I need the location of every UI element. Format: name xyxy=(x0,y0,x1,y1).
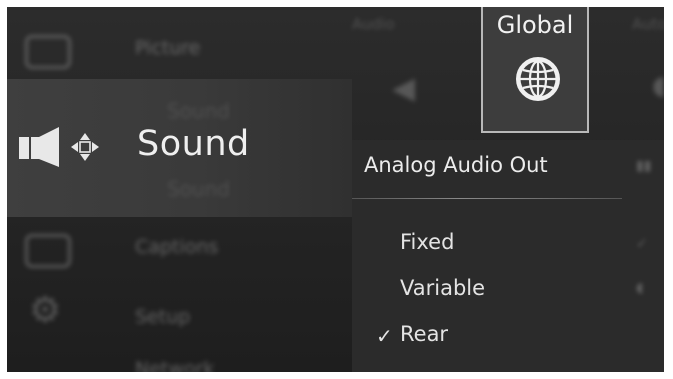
tv-settings-screen: Picture Sound Sound Sound Captions ⚙ Set… xyxy=(7,7,664,372)
menu-item-captions[interactable]: Captions xyxy=(7,222,352,272)
tab-global-label: Global xyxy=(496,11,574,39)
side-hint: ◖ xyxy=(636,280,644,296)
option-label: Rear xyxy=(400,322,449,346)
ghost-label: Sound xyxy=(167,177,230,201)
side-hint: ▮▮ xyxy=(636,158,652,174)
menu-item-network[interactable]: Network xyxy=(7,352,352,372)
directional-arrows-icon xyxy=(71,133,99,161)
checkmark-icon: ✓ xyxy=(376,324,393,348)
menu-item-label: Sound xyxy=(137,124,250,164)
menu-item-setup[interactable]: ⚙ Setup xyxy=(7,290,352,342)
settings-menu: Picture Sound Sound Sound Captions ⚙ Set… xyxy=(7,7,352,372)
next-icon: ◖ xyxy=(652,71,664,101)
ghost-label: Sound xyxy=(167,99,230,123)
audio-tab-strip: Audio ◀ Global Auto ◖ xyxy=(352,7,664,147)
globe-icon xyxy=(516,57,560,101)
menu-item-picture[interactable]: Picture xyxy=(7,25,352,75)
gear-icon: ⚙ xyxy=(29,290,62,331)
tab-auto[interactable]: Auto xyxy=(632,15,664,33)
option-label: Variable xyxy=(400,276,486,300)
tab-global[interactable]: Global xyxy=(481,7,589,133)
option-fixed[interactable]: Fixed xyxy=(352,224,632,262)
divider xyxy=(352,198,622,199)
captions-icon xyxy=(25,234,71,268)
menu-item-label: Setup xyxy=(135,306,191,328)
speaker-icon: ◀ xyxy=(392,71,416,106)
side-hint: ✓ xyxy=(636,236,648,252)
speaker-icon xyxy=(19,127,99,167)
menu-item-label: Picture xyxy=(135,37,201,59)
option-label: Fixed xyxy=(400,230,455,254)
option-variable[interactable]: Variable xyxy=(352,270,632,308)
tab-audio[interactable]: Audio xyxy=(352,15,395,33)
menu-item-label: Network xyxy=(135,358,215,372)
panel-title: Analog Audio Out xyxy=(364,153,548,177)
menu-item-label: Captions xyxy=(135,236,219,258)
option-rear[interactable]: ✓ Rear xyxy=(352,316,632,354)
menu-item-sound[interactable]: Sound Sound Sound xyxy=(7,79,352,217)
picture-icon xyxy=(25,35,71,69)
analog-audio-out-panel: Analog Audio Out ▮▮ Fixed ✓ Variable ◖ ✓… xyxy=(352,140,664,372)
